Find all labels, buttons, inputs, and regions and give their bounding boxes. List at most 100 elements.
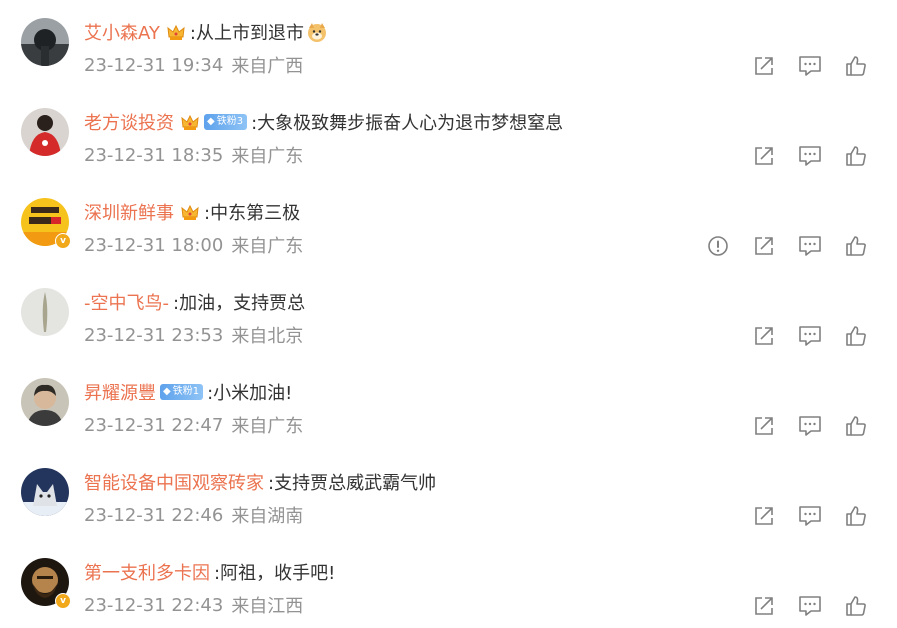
- share-icon: [753, 55, 775, 77]
- timestamp: 23-12-31 23:53: [84, 324, 224, 346]
- report-icon: [707, 235, 729, 257]
- timestamp: 23-12-31 22:47: [84, 414, 224, 436]
- comment-item: -空中飞鸟-:加油，支持贾总 23-12-31 23:53 来自北京: [0, 288, 897, 378]
- comment-icon: [798, 145, 822, 167]
- share-icon: [753, 145, 775, 167]
- location-label: 来自湖南: [231, 506, 304, 527]
- share-button[interactable]: [741, 324, 787, 348]
- reply-button[interactable]: [787, 234, 833, 258]
- comment-item: 艾小森AY :从上市到退市 23-12-31 19:34 来自广西: [0, 18, 897, 108]
- comment-actions: [741, 324, 879, 348]
- crown-badge-icon: [180, 202, 200, 222]
- comment-line: 第一支利多卡因:阿祖，收手吧!: [84, 558, 335, 586]
- share-icon: [753, 325, 775, 347]
- comment-meta: 23-12-31 18:00 来自广东: [84, 232, 303, 258]
- reply-button[interactable]: [787, 54, 833, 78]
- share-button[interactable]: [741, 54, 787, 78]
- username-link[interactable]: 艾小森AY: [84, 19, 160, 45]
- location-label: 来自广东: [231, 236, 304, 257]
- like-button[interactable]: [833, 144, 879, 168]
- like-button[interactable]: [833, 594, 879, 618]
- username-link[interactable]: 智能设备中国观察砖家: [84, 469, 264, 495]
- reply-button[interactable]: [787, 414, 833, 438]
- share-button[interactable]: [741, 144, 787, 168]
- timestamp: 23-12-31 22:43: [84, 594, 224, 616]
- like-icon: [845, 325, 867, 347]
- comment-actions: [695, 234, 879, 258]
- fan-badge-label: 铁粉3: [216, 116, 244, 127]
- report-button[interactable]: [695, 234, 741, 258]
- like-button[interactable]: [833, 324, 879, 348]
- comment-actions: [741, 144, 879, 168]
- comment-actions: [741, 414, 879, 438]
- like-icon: [845, 55, 867, 77]
- comment-actions: [741, 54, 879, 78]
- like-icon: [845, 145, 867, 167]
- comment-icon: [798, 595, 822, 617]
- username-link[interactable]: 老方谈投资: [84, 109, 174, 135]
- comment-meta: 23-12-31 22:43 来自江西: [84, 592, 303, 618]
- like-button[interactable]: [833, 504, 879, 528]
- share-icon: [753, 595, 775, 617]
- comment-text: :从上市到退市: [189, 23, 304, 44]
- avatar[interactable]: [21, 18, 69, 66]
- comment-icon: [798, 505, 822, 527]
- avatar[interactable]: [21, 288, 69, 336]
- username-link[interactable]: 第一支利多卡因: [84, 559, 210, 585]
- share-icon: [753, 235, 775, 257]
- avatar[interactable]: [21, 468, 69, 516]
- share-button[interactable]: [741, 414, 787, 438]
- reply-button[interactable]: [787, 324, 833, 348]
- comment-item: 老方谈投资 ◆ 铁粉3 :大象极致舞步振奋人心为退市梦想窒息 23-12-31 18:3…: [0, 108, 897, 198]
- like-button[interactable]: [833, 414, 879, 438]
- comment-text: :支持贾总威武霸气帅: [268, 473, 437, 494]
- like-icon: [845, 505, 867, 527]
- comment-text: :加油，支持贾总: [173, 293, 306, 314]
- like-icon: [845, 415, 867, 437]
- fan-badge-label: 铁粉1: [172, 386, 200, 397]
- comment-line: 昇耀源豐 ◆ 铁粉1:小米加油!: [84, 378, 292, 406]
- comment-meta: 23-12-31 19:34 来自广西: [84, 52, 303, 78]
- location-label: 来自广东: [231, 416, 304, 437]
- doge-emoji-icon: [306, 21, 328, 43]
- comment-line: 深圳新鲜事 :中东第三极: [84, 198, 300, 226]
- reply-button[interactable]: [787, 504, 833, 528]
- comment-icon: [798, 325, 822, 347]
- share-button[interactable]: [741, 234, 787, 258]
- comment-line: -空中飞鸟-:加油，支持贾总: [84, 288, 305, 316]
- share-icon: [753, 505, 775, 527]
- share-button[interactable]: [741, 504, 787, 528]
- like-icon: [845, 595, 867, 617]
- timestamp: 23-12-31 19:34: [84, 54, 224, 76]
- diamond-icon: ◆: [207, 116, 215, 127]
- timestamp: 23-12-31 22:46: [84, 504, 224, 526]
- username-link[interactable]: 昇耀源豐: [84, 379, 156, 405]
- reply-button[interactable]: [787, 144, 833, 168]
- reply-button[interactable]: [787, 594, 833, 618]
- like-button[interactable]: [833, 234, 879, 258]
- crown-badge-icon: [180, 112, 200, 132]
- comment-line: 艾小森AY :从上市到退市: [84, 18, 328, 46]
- comment-meta: 23-12-31 18:35 来自广东: [84, 142, 303, 168]
- timestamp: 23-12-31 18:00: [84, 234, 224, 256]
- username-link[interactable]: -空中飞鸟-: [84, 289, 169, 315]
- comment-item: 昇耀源豐 ◆ 铁粉1:小米加油! 23-12-31 22:47 来自广东: [0, 378, 897, 468]
- fan-badge: ◆ 铁粉1: [160, 384, 204, 400]
- avatar[interactable]: [21, 378, 69, 426]
- share-button[interactable]: [741, 594, 787, 618]
- comment-text: :阿祖，收手吧!: [214, 563, 336, 584]
- comment-text: :大象极致舞步振奋人心为退市梦想窒息: [251, 113, 564, 134]
- crown-badge-icon: [166, 22, 186, 42]
- comment-text: :中东第三极: [204, 203, 301, 224]
- comment-line: 智能设备中国观察砖家:支持贾总威武霸气帅: [84, 468, 436, 496]
- comment-meta: 23-12-31 22:46 来自湖南: [84, 502, 303, 528]
- comment-actions: [741, 504, 879, 528]
- username-link[interactable]: 深圳新鲜事: [84, 199, 174, 225]
- verified-badge-icon: v: [55, 593, 71, 609]
- like-button[interactable]: [833, 54, 879, 78]
- location-label: 来自江西: [231, 596, 304, 617]
- comment-item: v 深圳新鲜事:中东第三极 23-12-31 18:00 来自广东: [0, 198, 897, 288]
- avatar[interactable]: [21, 108, 69, 156]
- location-label: 来自广西: [231, 56, 304, 77]
- comment-actions: [741, 594, 879, 618]
